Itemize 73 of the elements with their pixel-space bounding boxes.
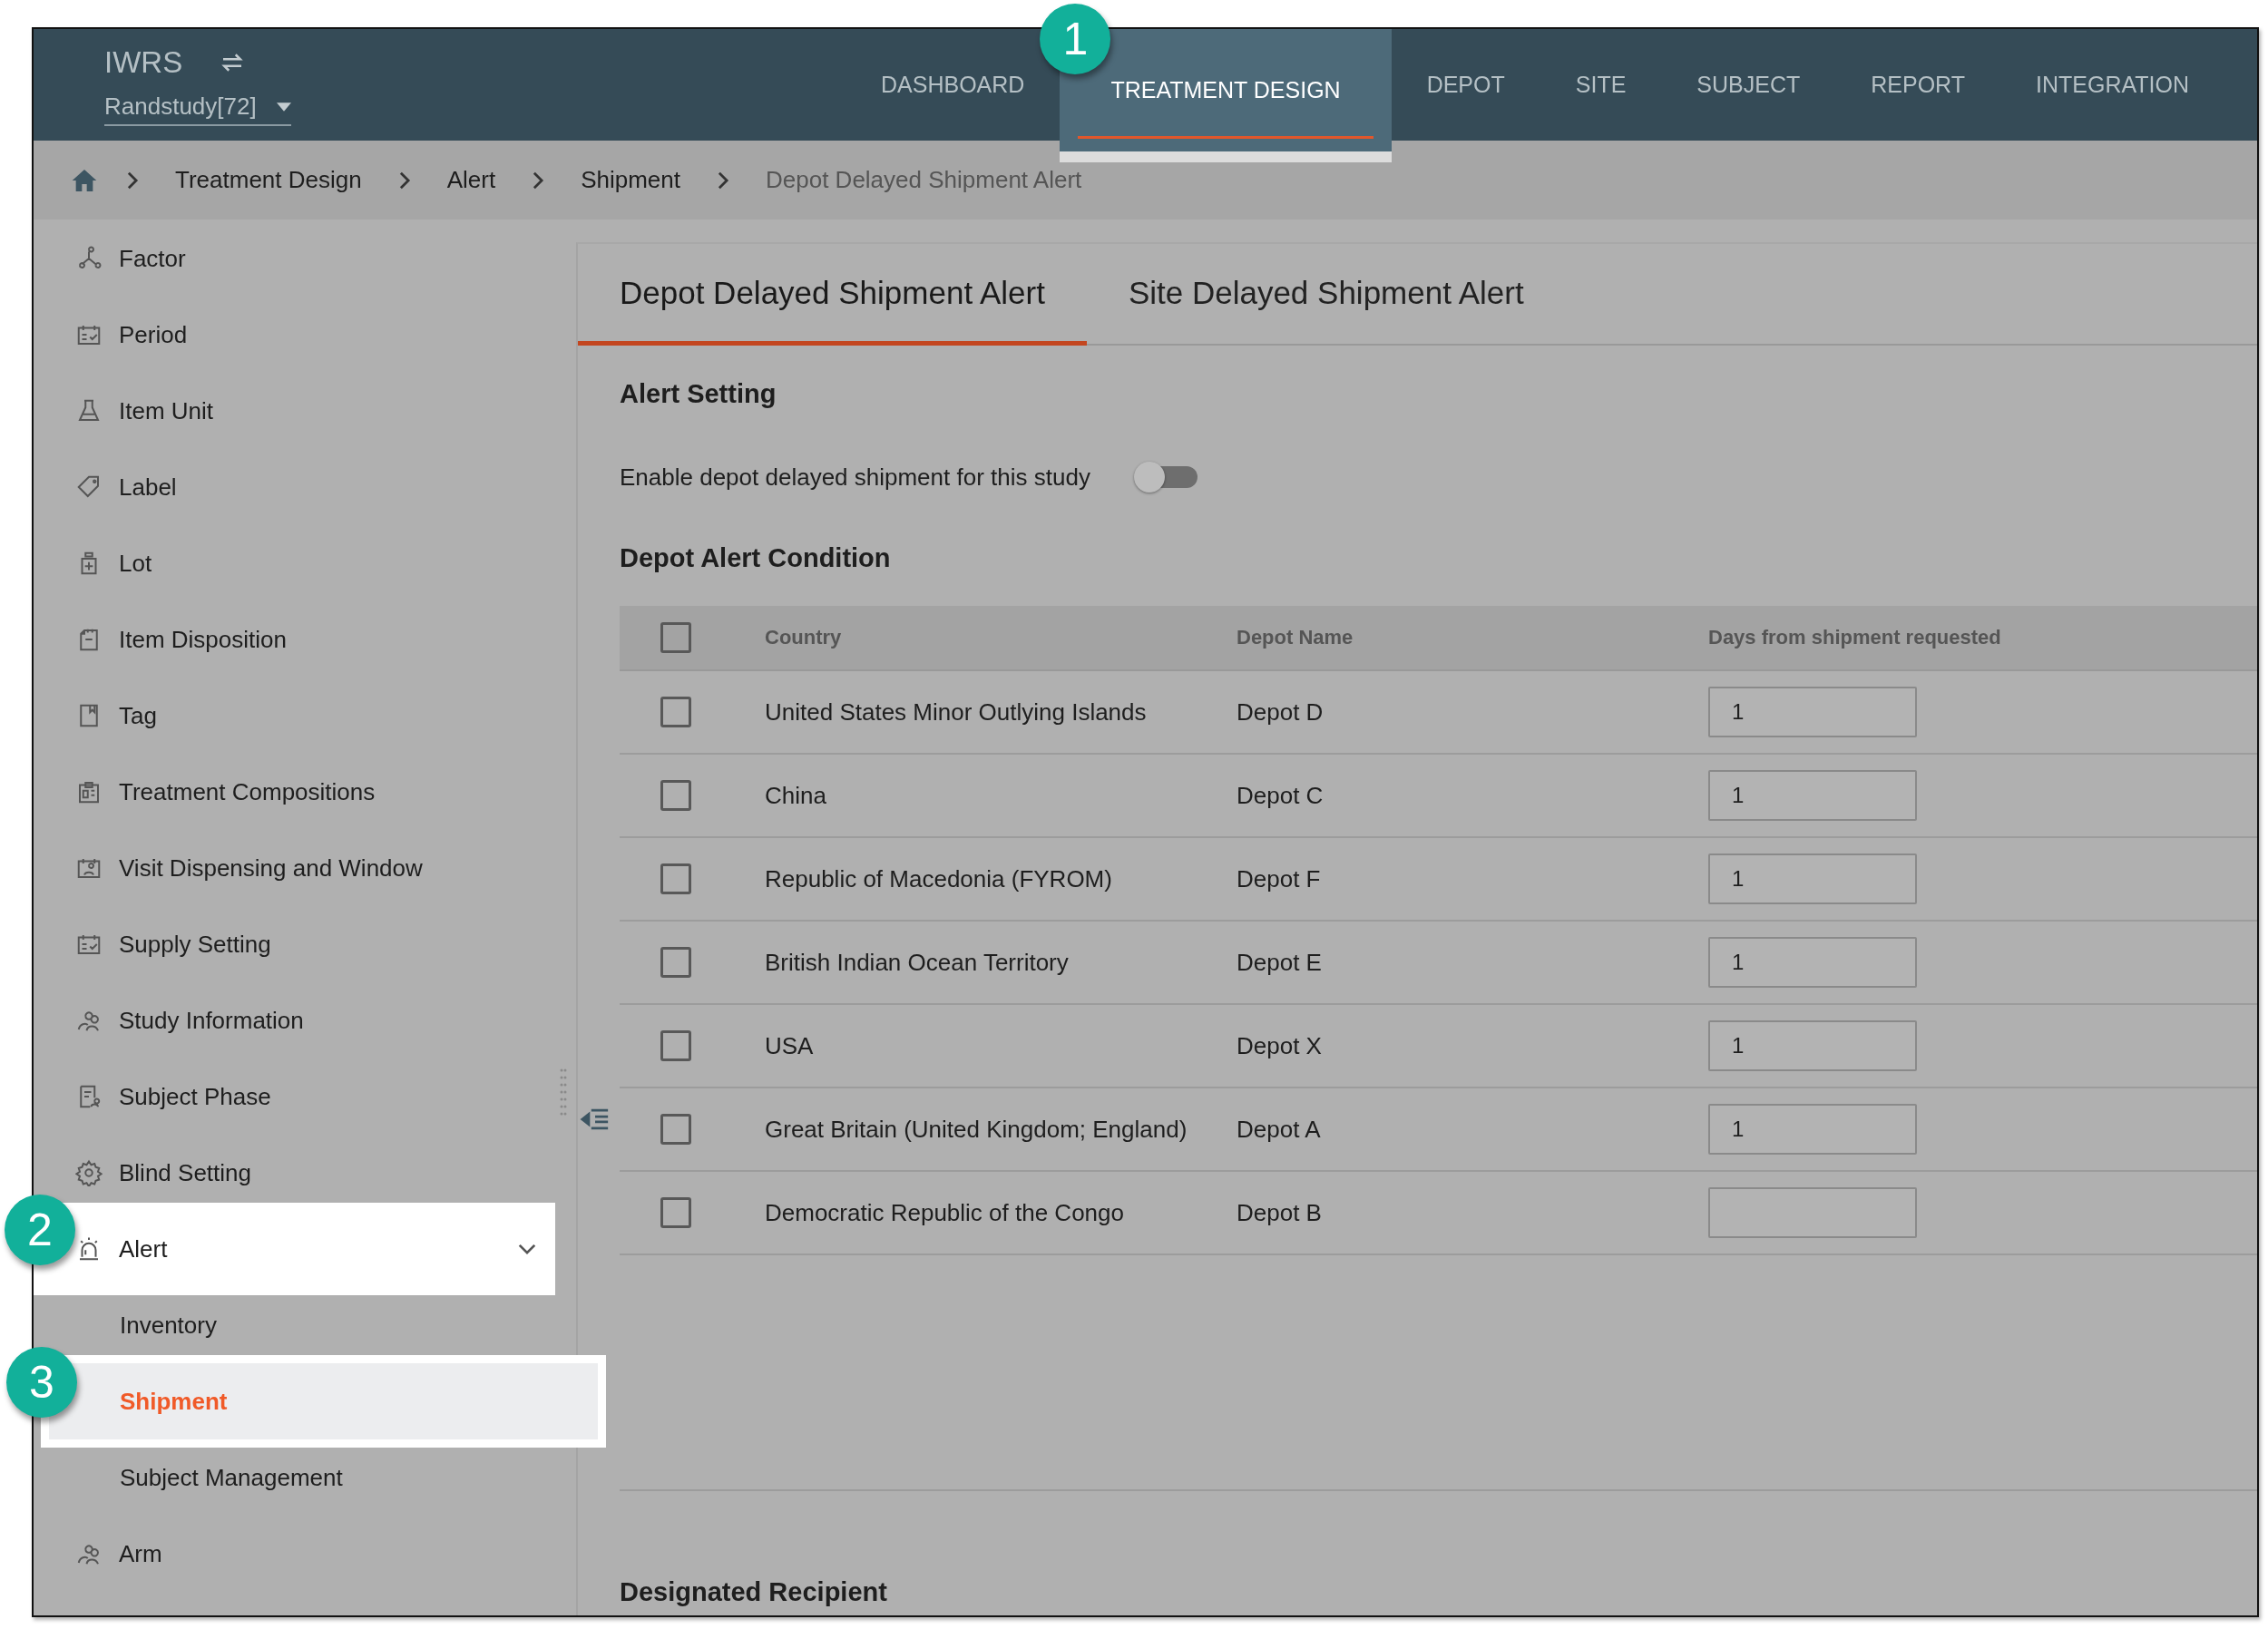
table-cell: Republic of Macedonia (FYROM) [765, 864, 1112, 893]
input-field[interactable]: 1 [1708, 1020, 1917, 1071]
chevron-icon [532, 170, 545, 190]
input-field[interactable]: 1 [1708, 770, 1917, 821]
caret-icon [276, 102, 291, 112]
checkbox[interactable] [660, 780, 691, 811]
toggle-switch[interactable] [1133, 462, 1199, 493]
sidebar-item[interactable]: Study Information [34, 982, 576, 1058]
sidebar-item[interactable]: Period [34, 297, 576, 373]
callout-badge: 1 [1040, 4, 1111, 74]
breadcrumb-link[interactable]: Shipment [581, 166, 680, 194]
section-title: Designated Recipient [620, 1576, 888, 1607]
section-title: Depot Alert Condition [620, 542, 892, 573]
callout-badge: 2 [5, 1195, 75, 1265]
sidebar-subitem[interactable]: Subject Management [34, 1439, 576, 1516]
checkbox[interactable] [660, 863, 691, 894]
sidebar-item[interactable]: Arm [34, 1516, 576, 1592]
toggle-label: Enable depot delayed shipment for this study [620, 463, 1090, 492]
column-header: Days from shipment requested [1708, 626, 2001, 649]
sidebar-item[interactable]: Label [34, 449, 576, 525]
table-cell: Depot X [1237, 1031, 1322, 1059]
input-field[interactable]: 1 [1708, 1104, 1917, 1155]
sidebar-item[interactable]: Item Disposition [34, 601, 576, 678]
input-field[interactable]: 1 [1708, 854, 1917, 904]
section-title: Alert Setting [620, 378, 777, 409]
input-field[interactable] [1708, 1187, 1917, 1238]
table-cell: Great Britain (United Kingdom; England) [765, 1115, 1188, 1143]
tab[interactable]: Depot Delayed Shipment Alert [578, 244, 1087, 346]
table-cell: China [765, 781, 826, 809]
nav-tab[interactable]: SUBJECT [1661, 29, 1836, 141]
sidebar-item[interactable]: Lot [34, 525, 576, 601]
sidebar-item[interactable]: Treatment Compositions [34, 754, 576, 830]
checkbox[interactable] [660, 1197, 691, 1228]
table-cell: USA [765, 1031, 814, 1059]
nav-tab[interactable]: DEPOT [1391, 29, 1540, 141]
table-cell: Depot C [1237, 781, 1324, 809]
gear-icon [75, 1159, 103, 1186]
checkbox[interactable] [660, 1030, 691, 1061]
callout-badge: 3 [6, 1347, 77, 1418]
sidebar-item[interactable]: Supply Setting [34, 906, 576, 982]
chevron-icon [397, 170, 411, 190]
checkbox[interactable] [660, 697, 691, 727]
nav-tab[interactable]: INTEGRATION [2000, 29, 2224, 141]
app-name: IWRS [104, 45, 183, 80]
input-field[interactable]: 1 [1708, 687, 1917, 737]
checkbox[interactable] [660, 622, 691, 653]
table-cell: British Indian Ocean Territory [765, 948, 1069, 976]
input-field[interactable]: 1 [1708, 937, 1917, 988]
table-cell: Democratic Republic of the Congo [765, 1198, 1124, 1226]
breadcrumb-link[interactable]: Treatment Design [175, 166, 362, 194]
table-cell: Depot D [1237, 697, 1324, 726]
column-header: Country [765, 626, 842, 649]
chevron-icon [517, 1243, 537, 1255]
nav-tab[interactable]: SITE [1540, 29, 1662, 141]
sidebar-item[interactable]: Factor [34, 220, 576, 297]
sidebar-item[interactable]: Subject Phase [34, 1058, 576, 1135]
table-cell: United States Minor Outlying Islands [765, 697, 1147, 726]
column-header: Depot Name [1237, 626, 1354, 649]
table-cell: Depot A [1237, 1115, 1321, 1143]
sidebar-item[interactable]: Item Unit [34, 373, 576, 449]
checkbox[interactable] [660, 1114, 691, 1145]
tab[interactable]: Site Delayed Shipment Alert [1086, 244, 1566, 346]
nav-tab[interactable]: REPORT [1835, 29, 2000, 141]
sidebar-item[interactable]: Visit Dispensing and Window [34, 830, 576, 906]
table-cell: Depot E [1237, 948, 1322, 976]
study-dropdown[interactable]: Randstudy[72] [104, 93, 291, 126]
chevron-icon [717, 170, 729, 190]
table-cell: Depot F [1237, 864, 1321, 893]
sidebar-item[interactable]: Tag [34, 678, 576, 754]
checkbox[interactable] [660, 947, 691, 978]
chevron-icon [126, 170, 139, 190]
table-cell: Depot B [1237, 1198, 1322, 1226]
breadcrumb-link[interactable]: Alert [446, 166, 496, 194]
